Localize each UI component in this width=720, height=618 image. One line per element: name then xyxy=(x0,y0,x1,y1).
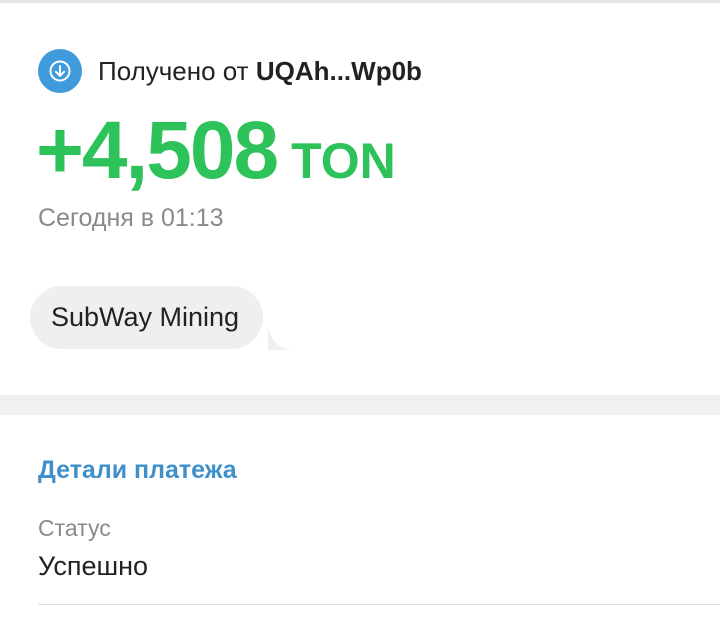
received-from-text: Получено от UQAh...Wp0b xyxy=(98,56,422,87)
sender-address[interactable]: UQAh...Wp0b xyxy=(256,56,422,86)
payment-details-title: Детали платежа xyxy=(38,456,237,484)
arrow-down-circle-icon xyxy=(38,49,82,93)
amount-display: +4,508 TON xyxy=(36,104,396,198)
amount-value: +4,508 xyxy=(36,105,279,196)
transaction-header: Получено от UQAh...Wp0b xyxy=(38,48,422,94)
status-value: Успешно xyxy=(38,551,149,581)
transaction-date: Сегодня в 01:13 xyxy=(38,204,224,232)
comment-text: SubWay Mining xyxy=(51,302,240,332)
transaction-screen: Получено от UQAh...Wp0b +4,508 TON Сегод… xyxy=(0,0,720,618)
section-divider xyxy=(0,395,720,415)
comment-bubble: SubWay Mining xyxy=(30,286,264,349)
bubble-tail xyxy=(268,326,292,350)
row-divider xyxy=(38,604,720,605)
received-from-label: Получено от xyxy=(98,55,249,86)
currency-label: TON xyxy=(291,133,396,189)
status-label: Статус xyxy=(38,515,111,541)
